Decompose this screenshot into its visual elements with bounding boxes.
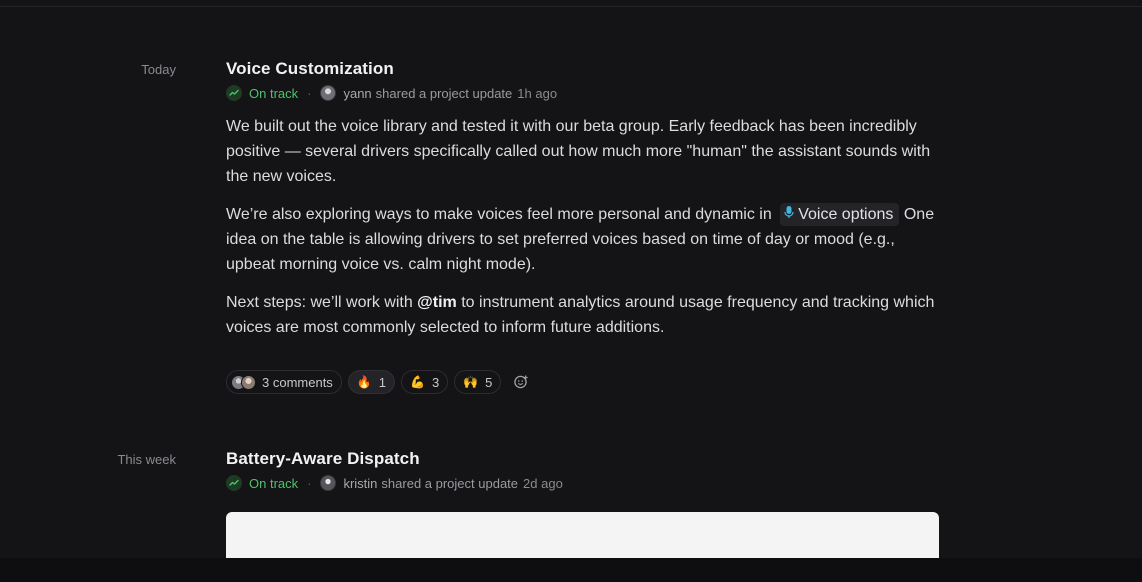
paragraph: We built out the voice library and teste… [226,118,931,185]
action-text: shared a project update [381,475,519,491]
comments-label: 3 comments [262,374,333,390]
status-label[interactable]: On track [249,476,298,491]
date-label: This week [117,452,176,467]
update-meta: On track · yann shared a project update … [226,84,557,102]
update-title[interactable]: Battery-Aware Dispatch [226,449,420,469]
meta-separator: · [307,475,312,491]
reaction-count: 5 [485,374,493,390]
update-body: We built out the voice library and teste… [226,114,946,353]
trend-up-icon [226,475,242,491]
update-meta: On track · kristin shared a project upda… [226,474,563,492]
reactions-row: 3 comments 🔥 1 💪 3 🙌 5 [226,369,531,395]
update-title[interactable]: Voice Customization [226,59,394,79]
date-label: Today [141,62,176,77]
comments-button[interactable]: 3 comments [226,370,342,394]
author-name[interactable]: kristin [343,476,377,491]
timestamp: 2d ago [523,475,563,491]
top-divider [0,0,1142,7]
microphone-icon [784,202,794,227]
flexed-biceps-icon: 💪 [410,375,425,389]
user-mention[interactable]: @tim [417,294,457,311]
avatar[interactable] [320,475,337,491]
voice-options-chip[interactable]: Voice options [780,202,900,227]
add-reaction-icon[interactable] [511,372,531,392]
action-text: shared a project update [375,85,513,101]
reaction-flexed-biceps[interactable]: 💪 3 [401,370,449,394]
meta-separator: · [307,85,312,101]
author-name[interactable]: yann [343,86,371,101]
timestamp: 1h ago [517,85,558,101]
paragraph: We’re also exploring ways to make voices… [226,202,946,277]
chip-label: Voice options [798,206,894,224]
trend-up-icon [226,85,242,101]
reaction-count: 3 [431,374,440,390]
paragraph-text: Next steps: we’ll work with [226,294,413,311]
avatar [241,374,256,390]
status-label[interactable]: On track [249,86,298,101]
updates-feed: Today Voice Customization On track · yan… [0,0,1142,558]
reaction-fire[interactable]: 🔥 1 [347,370,395,394]
reaction-count: 1 [378,374,386,390]
avatar[interactable] [320,85,337,101]
update-image-card[interactable] [226,512,939,558]
commenter-avatars [231,374,256,390]
fire-icon: 🔥 [356,375,372,389]
bottom-bar [0,558,1142,582]
raised-hands-icon: 🙌 [463,375,479,389]
paragraph: Next steps: we’ll work with @tim to inst… [226,290,946,340]
reaction-raised-hands[interactable]: 🙌 5 [454,370,502,394]
paragraph-text: We’re also exploring ways to make voices… [226,206,772,223]
